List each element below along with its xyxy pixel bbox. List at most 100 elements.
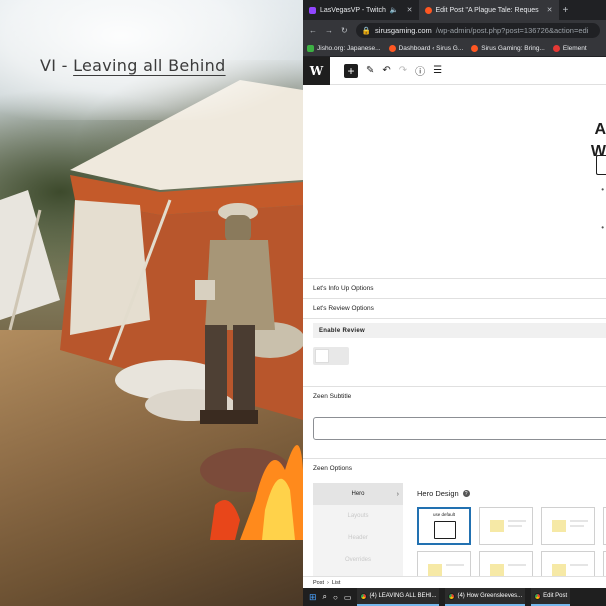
taskbar-app-chrome[interactable]: (4) LEAVING ALL BEHI...: [357, 588, 440, 606]
head: [225, 215, 251, 243]
bookmark-label: Sirus Gaming: Bring...: [481, 44, 545, 52]
chapter-name: Leaving all Behind: [73, 56, 226, 75]
nav-item-label: Hero: [351, 491, 365, 497]
tab-label: Edit Post "A Plague Tale: Reques: [435, 6, 539, 14]
search-icon[interactable]: ⌕: [323, 592, 327, 602]
breadcrumb-item[interactable]: Post: [313, 580, 324, 586]
bookmark-label: Jisho.org: Japanese...: [317, 44, 381, 52]
bookmark-label: Element: [562, 44, 587, 52]
help-icon[interactable]: ?: [462, 490, 470, 497]
url-path: /wp-admin/post.php?post=136726&action=ed…: [435, 25, 589, 35]
bookmarks-bar: Jisho.org: Japanese... Dashboard ‹ Sirus…: [303, 40, 606, 57]
editor-canvas[interactable]: A W • •: [303, 85, 606, 279]
leg: [233, 325, 255, 415]
speaker-icon[interactable]: 🔈: [390, 6, 399, 14]
back-icon[interactable]: ←: [309, 26, 317, 35]
windows-start-icon[interactable]: ⊞: [309, 592, 317, 603]
address-bar[interactable]: 🔒 sirusgaming.com/wp-admin/post.php?post…: [355, 22, 600, 38]
enable-review-toggle[interactable]: [313, 347, 349, 365]
tab-edit-post[interactable]: Edit Post "A Plague Tale: Reques ✕: [418, 0, 559, 20]
tab-strip: LasVegasVP - Twitch 🔈 ✕ Edit Post "A Pla…: [303, 0, 606, 20]
bookmark-element[interactable]: Element: [552, 44, 587, 52]
leg: [205, 325, 227, 415]
editor-toolbar: W + ✎ ↶ ↷ ⓘ ☰: [303, 56, 606, 85]
windows-taskbar: ⊞ ⌕ ○ ▭ (4) LEAVING ALL BEHI... (4) How …: [303, 588, 606, 606]
chevron-right-icon: ›: [327, 579, 329, 586]
tab-label: LasVegasVP - Twitch: [320, 6, 386, 14]
chrome-icon: [534, 592, 542, 600]
jisho-icon: [307, 44, 314, 52]
pencil-icon[interactable]: ✎: [366, 65, 374, 76]
panel-title: Let's Review Options: [313, 305, 374, 312]
review-panel-body: Enable Review: [303, 319, 606, 387]
info-icon[interactable]: ⓘ: [415, 63, 425, 78]
taskbar-app-label: (4) LEAVING ALL BEHI...: [369, 593, 437, 599]
panel-title: Zeen Subtitle: [313, 393, 352, 400]
subtitle-panel: Zeen Subtitle: [303, 387, 606, 459]
review-panel[interactable]: Let's Review Options: [303, 299, 606, 319]
panel-title: Zeen Options: [313, 465, 353, 472]
reload-icon[interactable]: ↻: [341, 26, 348, 35]
url-host: sirusgaming.com: [375, 25, 432, 35]
nav-item-header[interactable]: Header: [313, 527, 403, 549]
sirus-gaming-icon: [471, 44, 479, 52]
close-tab-icon[interactable]: ✕: [547, 6, 553, 14]
address-bar-row: ← → ↻ 🔒 sirusgaming.com/wp-admin/post.ph…: [303, 20, 606, 40]
taskbar-app-label: Edit Post: [543, 593, 568, 599]
add-block-button[interactable]: +: [344, 63, 358, 78]
task-view-icon[interactable]: ▭: [344, 593, 352, 602]
hero-design-heading: Hero Design ?: [417, 489, 470, 498]
bookmark-jisho[interactable]: Jisho.org: Japanese...: [307, 44, 381, 52]
zeen-options-panel: Zeen Options Hero › Layouts Header Overr…: [303, 459, 606, 588]
toggle-knob: [315, 349, 329, 363]
tent-flap: [70, 200, 150, 335]
wordpress-logo-icon[interactable]: W: [303, 56, 330, 85]
tunic: [205, 240, 275, 330]
breadcrumb-item[interactable]: List: [332, 580, 341, 586]
lock-icon: 🔒: [361, 25, 372, 35]
bookmark-label: Dashboard ‹ Sirus G...: [398, 44, 464, 52]
new-tab-icon[interactable]: +: [563, 5, 569, 16]
enable-review-header: Enable Review: [313, 323, 606, 338]
list-bullet: •: [601, 223, 604, 232]
nav-item-layouts[interactable]: Layouts: [313, 505, 403, 527]
nav-item-hero[interactable]: Hero ›: [313, 483, 403, 505]
enable-review-label: Enable Review: [319, 327, 365, 334]
nav-item-label: Overrides: [344, 557, 371, 563]
breadcrumb: Post › List: [303, 576, 606, 588]
redo-icon[interactable]: ↷: [399, 65, 407, 76]
game-scene: VI - Leaving all Behind: [0, 0, 303, 606]
cortana-icon[interactable]: ○: [333, 593, 338, 602]
chapter-number: VI -: [40, 56, 74, 75]
chrome-icon: [448, 592, 456, 600]
taskbar-app-label: (4) How Greensleeves...: [457, 593, 523, 599]
zeen-options-nav: Hero › Layouts Header Overrides: [313, 483, 403, 577]
bookmark-dashboard[interactable]: Dashboard ‹ Sirus G...: [388, 44, 464, 52]
hero-option[interactable]: [479, 507, 533, 545]
chapter-title: VI - Leaving all Behind: [40, 56, 226, 75]
browser-window: LasVegasVP - Twitch 🔈 ✕ Edit Post "A Pla…: [303, 0, 606, 588]
sirus-gaming-icon: [424, 6, 432, 14]
chevron-right-icon: ›: [396, 490, 399, 498]
undo-icon[interactable]: ↶: [382, 65, 390, 76]
nav-item-label: Header: [348, 535, 368, 541]
taskbar-app-chrome[interactable]: (4) How Greensleeves...: [445, 588, 526, 606]
nav-item-label: Layouts: [347, 513, 369, 519]
nav-item-overrides[interactable]: Overrides: [313, 549, 403, 571]
bookmark-sirus-gaming[interactable]: Sirus Gaming: Bring...: [471, 44, 545, 52]
info-up-panel[interactable]: Let's Info Up Options: [303, 279, 606, 299]
hero-option-default[interactable]: use default: [417, 507, 471, 545]
subtitle-input[interactable]: [313, 417, 606, 440]
close-tab-icon[interactable]: ✕: [407, 6, 413, 14]
option-caption: use default: [432, 512, 456, 517]
block-toolbar[interactable]: [596, 155, 606, 175]
twitch-icon: [309, 6, 316, 14]
taskbar-app-chrome[interactable]: Edit Post: [531, 588, 571, 606]
tab-twitch[interactable]: LasVegasVP - Twitch 🔈 ✕: [303, 0, 419, 20]
default-layout-icon: [434, 521, 456, 539]
post-title-fragment[interactable]: A: [594, 121, 606, 139]
forward-icon[interactable]: →: [325, 26, 333, 35]
list-view-icon[interactable]: ☰: [433, 65, 442, 76]
hero-design-label: Hero Design: [417, 489, 459, 498]
hero-option[interactable]: [541, 507, 595, 545]
